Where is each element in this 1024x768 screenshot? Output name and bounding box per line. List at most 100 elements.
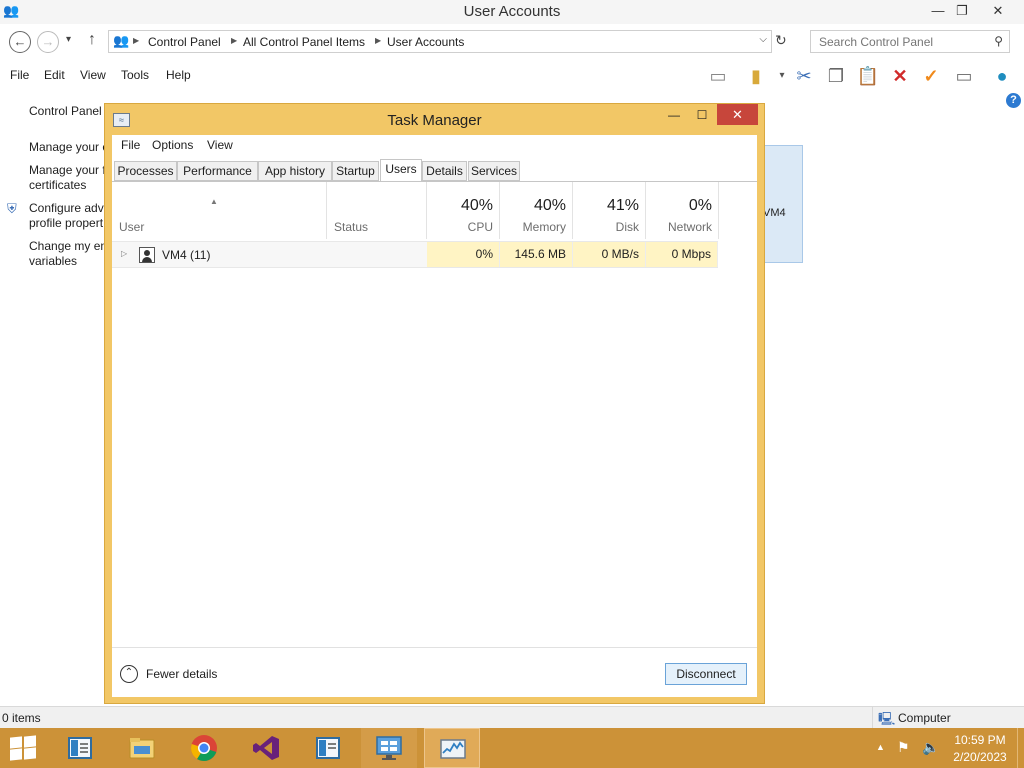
help-icon[interactable]: ? <box>1006 93 1021 108</box>
users-table: ▲ User Status 40% CPU 40% Memory 41% Dis… <box>112 182 757 647</box>
show-hidden-icons-button[interactable]: ▲ <box>876 742 885 752</box>
copy-icon[interactable]: ❐ <box>824 64 848 88</box>
delete-icon[interactable]: ✕ <box>888 64 912 88</box>
cell-memory: 145.6 MB <box>500 242 573 267</box>
column-header-network[interactable]: 0% Network <box>646 182 719 239</box>
cut-icon[interactable]: ✂ <box>792 64 816 88</box>
show-desktop-button[interactable] <box>1017 728 1024 768</box>
taskbar-task-manager[interactable] <box>424 728 480 768</box>
chevron-right-icon[interactable]: ▶ <box>231 36 237 45</box>
maximize-button[interactable]: ❐ <box>948 0 976 22</box>
disconnect-button[interactable]: Disconnect <box>665 663 747 685</box>
column-header-user[interactable]: ▲ User <box>112 182 327 239</box>
control-panel-home-link[interactable]: Control Panel <box>29 104 109 119</box>
search-box[interactable]: ⚲ <box>810 30 1010 53</box>
address-dropdown-icon[interactable]: ⌵ <box>759 34 767 45</box>
tm-menu-file[interactable]: File <box>121 138 140 152</box>
fewer-details-link[interactable]: Fewer details <box>146 667 217 681</box>
column-header-status[interactable]: Status <box>327 182 427 239</box>
taskbar: ▲ ⚑ 🔈 10:59 PM 2/20/2023 <box>0 728 1024 768</box>
up-button[interactable]: ↑ <box>88 31 96 49</box>
tm-maximize-button[interactable]: ☐ <box>688 105 716 125</box>
taskbar-file-explorer[interactable] <box>114 728 170 768</box>
paste-icon[interactable]: 📋 <box>856 64 880 88</box>
checkmark-icon[interactable]: ✓ <box>919 64 943 88</box>
manage-certificates-link[interactable]: Manage your f <box>29 163 109 178</box>
search-icon[interactable]: ⚲ <box>994 34 1003 48</box>
column-label-network: Network <box>667 220 712 234</box>
column-header-cpu[interactable]: 40% CPU <box>427 182 500 239</box>
taskbar-notepad-app-2[interactable] <box>300 728 356 768</box>
window-title: User Accounts <box>463 3 561 20</box>
task-manager-content: File Options View Processes Performance … <box>112 135 757 697</box>
user-avatar-icon <box>139 247 155 263</box>
chevron-right-icon[interactable]: ▶ <box>133 36 139 45</box>
breadcrumb-all-items[interactable]: All Control Panel Items <box>243 35 365 49</box>
tm-minimize-button[interactable]: — <box>660 105 688 125</box>
environment-variables-link[interactable]: Change my en <box>29 239 109 254</box>
account-card[interactable]: VM4 <box>762 145 803 263</box>
column-label-cpu: CPU <box>467 220 493 234</box>
taskbar-remote-desktop[interactable] <box>361 728 417 768</box>
network-status-icon[interactable]: ⚑ <box>897 739 910 756</box>
shield-icon: ⛨ <box>7 201 17 216</box>
breadcrumb-control-panel[interactable]: Control Panel <box>148 35 221 49</box>
clock-time[interactable]: 10:59 PM <box>950 733 1010 747</box>
taskbar-visual-studio[interactable] <box>238 728 294 768</box>
address-box[interactable]: 👥 ▶ Control Panel ▶ All Control Panel It… <box>108 30 772 53</box>
globe-icon[interactable]: ● <box>990 64 1014 88</box>
column-header-memory[interactable]: 40% Memory <box>500 182 573 239</box>
column-label-disk: Disk <box>615 220 639 234</box>
manage-certificates-link-line2[interactable]: certificates <box>29 178 109 193</box>
clock-date[interactable]: 2/20/2023 <box>950 750 1010 764</box>
memory-total-percent: 40% <box>533 197 566 214</box>
tab-startup[interactable]: Startup <box>332 161 379 181</box>
taskbar-notepad-app[interactable] <box>52 728 108 768</box>
recent-locations-dropdown[interactable]: ▾ <box>66 34 71 45</box>
chevron-right-icon[interactable]: ▶ <box>375 36 381 45</box>
configure-profile-link-line2[interactable]: profile propert <box>29 216 109 231</box>
status-bar: 0 items 🖳 Computer <box>0 706 1024 729</box>
properties-icon[interactable]: ▭ <box>952 64 976 88</box>
tm-menu-view[interactable]: View <box>207 138 233 152</box>
taskbar-chrome[interactable] <box>176 728 232 768</box>
table-row[interactable]: ▷ VM4 (11) 0% 145.6 MB 0 MB/s 0 Mbps <box>112 241 718 268</box>
menu-edit[interactable]: Edit <box>44 68 65 82</box>
manage-credentials-link[interactable]: Manage your c <box>29 140 109 155</box>
menu-tools[interactable]: Tools <box>121 68 149 82</box>
dropdown-arrow-icon[interactable]: ▾ <box>770 64 794 88</box>
tab-performance[interactable]: Performance <box>177 161 258 181</box>
tm-close-button[interactable]: ✕ <box>717 104 758 125</box>
tab-details[interactable]: Details <box>422 161 467 181</box>
environment-variables-link-line2[interactable]: variables <box>29 254 109 269</box>
volume-icon[interactable]: 🔈 <box>922 739 939 756</box>
start-button[interactable] <box>9 735 37 761</box>
menu-file[interactable]: File <box>10 68 29 82</box>
cpu-total-percent: 40% <box>460 197 493 214</box>
expand-arrow-icon[interactable]: ▷ <box>121 249 127 258</box>
column-label-memory: Memory <box>522 220 566 234</box>
column-header-disk[interactable]: 41% Disk <box>573 182 646 239</box>
back-button[interactable]: ← <box>9 31 31 53</box>
search-input[interactable] <box>819 35 989 49</box>
forward-button[interactable]: → <box>37 31 59 53</box>
tm-menu-options[interactable]: Options <box>152 138 193 152</box>
breadcrumb-user-accounts[interactable]: User Accounts <box>387 35 464 49</box>
task-manager-window: ≈ Task Manager — ☐ ✕ File Options View P… <box>104 103 765 704</box>
layout-pane-icon[interactable]: ▭ <box>706 64 730 88</box>
tab-services[interactable]: Services <box>468 161 520 181</box>
configure-profile-link[interactable]: Configure adv <box>29 201 109 216</box>
folder-options-icon[interactable]: ▮ <box>744 64 768 88</box>
menu-view[interactable]: View <box>80 68 106 82</box>
cell-disk: 0 MB/s <box>573 242 646 267</box>
tab-users[interactable]: Users <box>380 159 422 182</box>
refresh-button[interactable]: ↻ <box>775 32 787 49</box>
task-manager-icon <box>440 739 466 759</box>
close-button[interactable]: ✕ <box>984 0 1012 22</box>
chrome-icon <box>191 735 217 762</box>
cell-cpu: 0% <box>427 242 500 267</box>
collapse-chevron-icon[interactable]: ⌃ <box>120 665 138 683</box>
tab-app-history[interactable]: App history <box>258 161 332 181</box>
menu-help[interactable]: Help <box>166 68 191 82</box>
tab-processes[interactable]: Processes <box>114 161 177 181</box>
